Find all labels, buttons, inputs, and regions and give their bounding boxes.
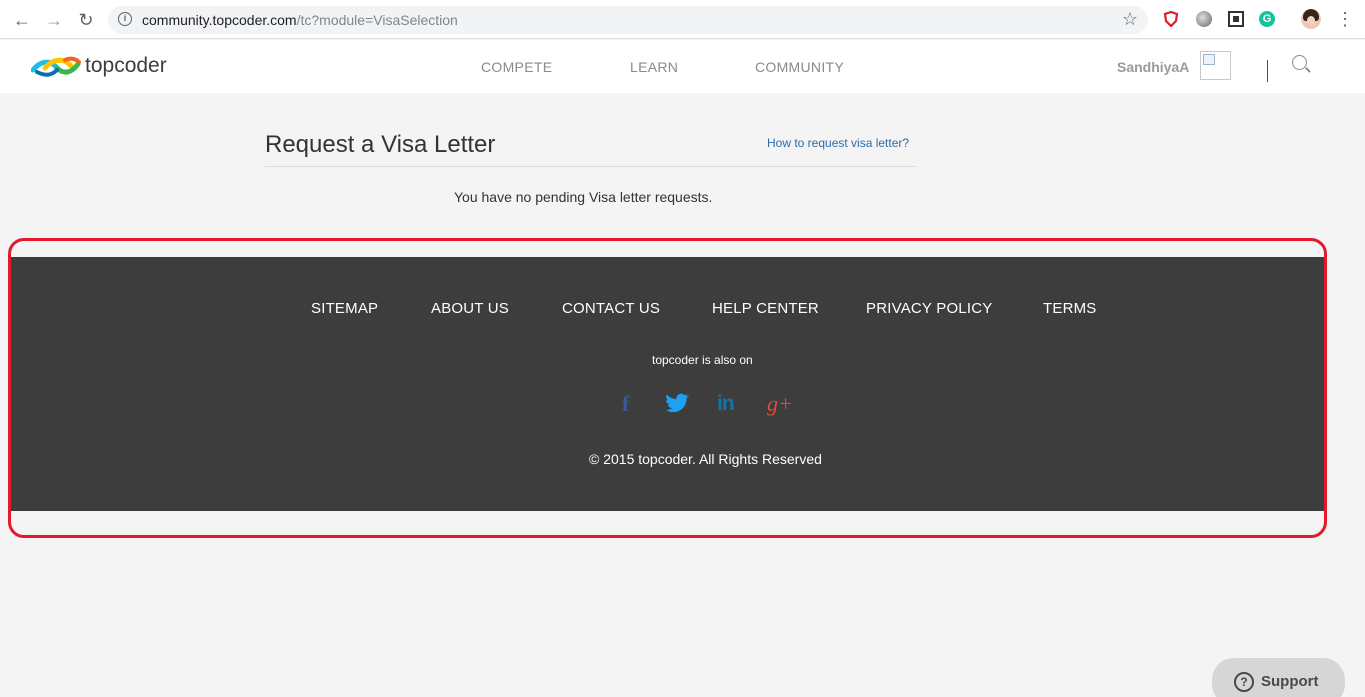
user-avatar[interactable] [1200,51,1231,80]
visa-help-link[interactable]: How to request visa letter? [767,136,909,150]
forward-icon[interactable]: → [42,8,66,32]
profile-avatar-icon[interactable] [1301,9,1321,29]
nav-compete[interactable]: COMPETE [481,59,552,75]
brave-shield-icon[interactable] [1163,11,1179,27]
support-label: Support [1261,673,1319,690]
address-bar[interactable]: i community.topcoder.com/tc?module=VisaS… [108,6,1148,34]
qr-code-icon[interactable] [1228,11,1244,27]
browser-toolbar: ← → ↻ i community.topcoder.com/tc?module… [0,0,1365,39]
url-host: community.topcoder.com [142,12,297,28]
extension-circle-icon[interactable] [1196,11,1212,27]
bookmark-star-icon[interactable]: ☆ [1122,9,1138,30]
page-title: Request a Visa Letter [265,131,496,158]
search-icon[interactable] [1292,55,1307,70]
help-icon: ? [1234,672,1254,692]
username[interactable]: SandhiyaA [1117,59,1189,75]
grammarly-icon[interactable]: G [1259,11,1275,27]
reload-icon[interactable]: ↻ [74,8,98,32]
logo-text[interactable]: topcoder [85,54,167,78]
nav-community[interactable]: COMMUNITY [755,59,844,75]
annotation-highlight-box [8,238,1327,538]
url-text[interactable]: community.topcoder.com/tc?module=VisaSel… [142,12,458,28]
nav-learn[interactable]: LEARN [630,59,678,75]
info-icon[interactable]: i [118,12,132,26]
menu-icon[interactable]: ⋮ [1336,9,1354,30]
header-divider [1267,60,1268,82]
url-path: /tc?module=VisaSelection [296,12,458,28]
site-header: topcoder COMPETE LEARN COMMUNITY Sandhiy… [0,40,1365,93]
topcoder-logo-icon[interactable] [31,56,81,80]
back-icon[interactable]: ← [10,8,34,32]
support-button[interactable]: ? Support [1212,658,1345,697]
no-requests-message: You have no pending Visa letter requests… [454,189,713,205]
title-divider [265,166,916,167]
